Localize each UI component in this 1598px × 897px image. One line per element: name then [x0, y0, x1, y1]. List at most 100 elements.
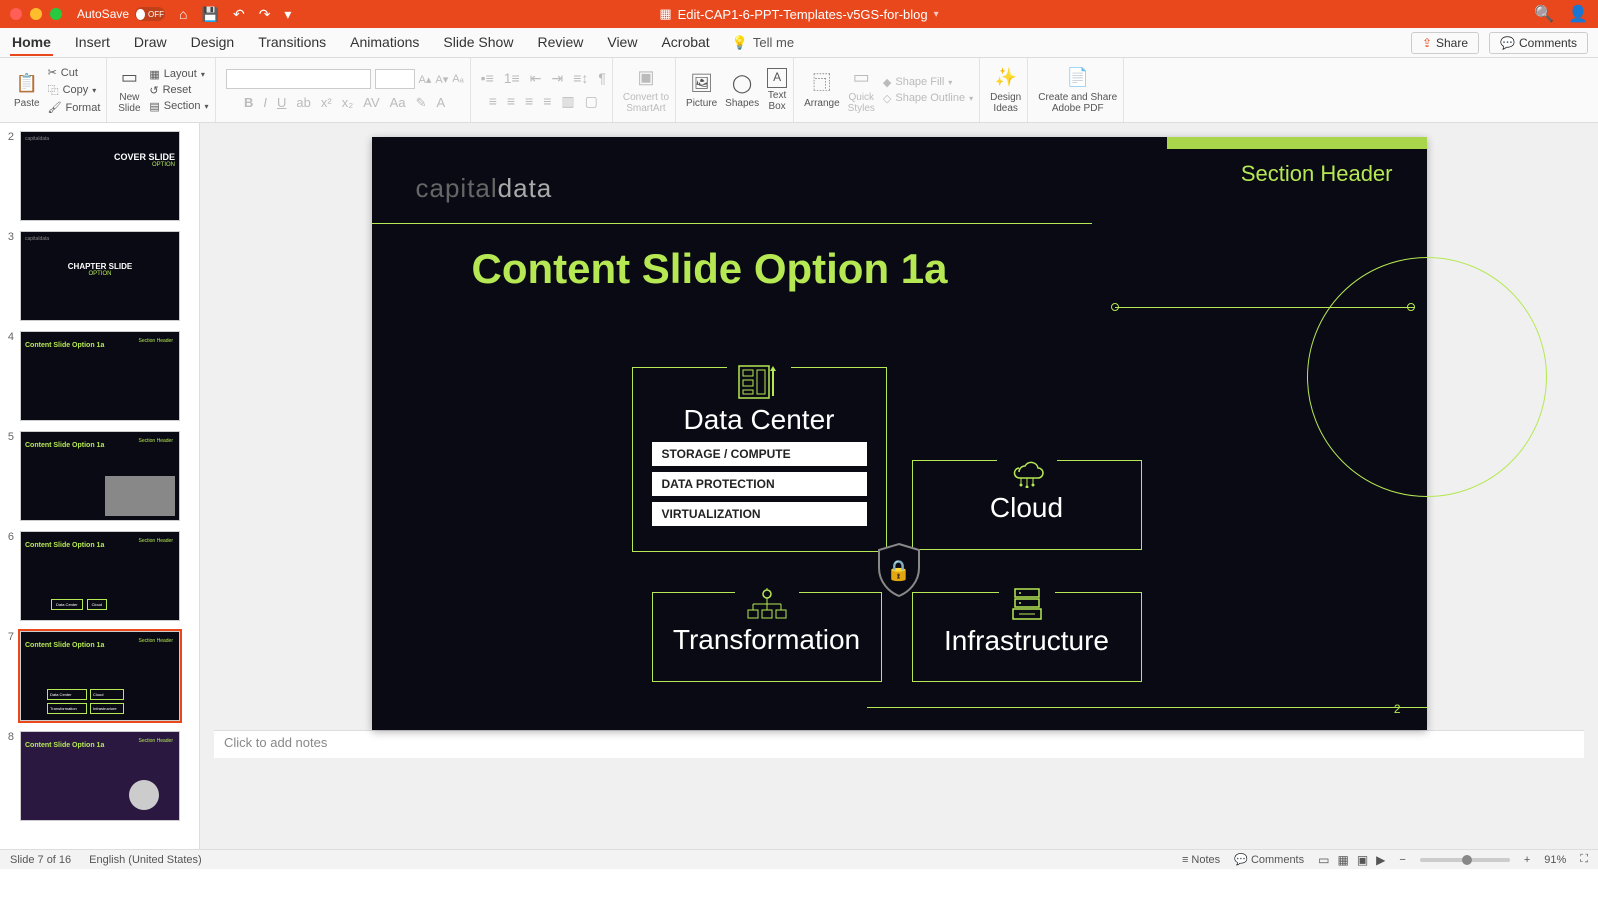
increase-font-icon[interactable]: A▴	[419, 73, 432, 86]
notes-pane[interactable]: Click to add notes	[214, 730, 1584, 758]
line-spacing-button[interactable]: ≡↕	[573, 70, 588, 87]
notes-toggle[interactable]: ≡ Notes	[1182, 854, 1220, 866]
indent-dec-button[interactable]: ⇤	[530, 70, 542, 87]
zoom-out-button[interactable]: −	[1399, 854, 1405, 866]
numbering-button[interactable]: 1≡	[504, 70, 520, 87]
section-header-text[interactable]: Section Header	[1241, 161, 1393, 187]
format-painter-button[interactable]: 🖌Format	[48, 101, 101, 114]
fit-to-window-icon[interactable]: ⛶	[1580, 853, 1588, 866]
dc-item-storage[interactable]: STORAGE / COMPUTE	[652, 442, 867, 466]
bullets-button[interactable]: •≡	[481, 70, 494, 87]
transformation-box[interactable]: Transformation	[652, 592, 882, 682]
layout-button[interactable]: ▦Layout▾	[149, 68, 208, 81]
dc-item-virtualization[interactable]: VIRTUALIZATION	[652, 502, 867, 526]
tab-home[interactable]: Home	[10, 30, 53, 56]
design-ideas-button[interactable]: ✨Design Ideas	[990, 66, 1021, 114]
shape-outline-button[interactable]: ◇Shape Outline▾	[883, 92, 973, 105]
search-icon[interactable]: 🔍	[1534, 4, 1554, 24]
cloud-box[interactable]: Cloud	[912, 460, 1142, 550]
text-direction-button[interactable]: ¶	[598, 70, 606, 87]
sorter-view-icon[interactable]: ▦	[1337, 853, 1348, 867]
thumb-4[interactable]: 4Section HeaderContent Slide Option 1a	[4, 331, 195, 421]
thumb-8[interactable]: 8Section HeaderContent Slide Option 1a	[4, 731, 195, 821]
redo-icon[interactable]: ↷	[259, 6, 271, 23]
align-center-button[interactable]: ≡	[507, 93, 515, 110]
tab-transitions[interactable]: Transitions	[256, 30, 328, 56]
subscript-button[interactable]: x²	[321, 95, 332, 111]
dc-item-protection[interactable]: DATA PROTECTION	[652, 472, 867, 496]
shape-fill-button[interactable]: ◆Shape Fill▾	[883, 76, 973, 89]
new-slide-button[interactable]: ▭New Slide	[117, 66, 141, 114]
convert-smartart-button[interactable]: ▣Convert to SmartArt	[623, 66, 669, 114]
thumb-7[interactable]: 7Section HeaderContent Slide Option 1aDa…	[4, 631, 195, 721]
zoom-level[interactable]: 91%	[1544, 854, 1566, 866]
account-icon[interactable]: 👤	[1568, 4, 1588, 24]
italic-button[interactable]: I	[263, 95, 267, 111]
bold-button[interactable]: B	[244, 95, 253, 111]
columns-button[interactable]: ▥	[561, 93, 574, 110]
strike-button[interactable]: ab	[296, 95, 310, 111]
tab-design[interactable]: Design	[189, 30, 237, 56]
indent-inc-button[interactable]: ⇥	[551, 70, 563, 87]
tab-insert[interactable]: Insert	[73, 30, 112, 56]
copy-button[interactable]: ⿻Copy▾	[48, 82, 101, 98]
slideshow-view-icon[interactable]: ▶	[1376, 853, 1385, 867]
tab-acrobat[interactable]: Acrobat	[659, 30, 711, 56]
zoom-slider[interactable]	[1420, 858, 1510, 862]
tab-animations[interactable]: Animations	[348, 30, 421, 56]
chevron-down-icon[interactable]: ▾	[934, 9, 939, 20]
slide-thumbnails[interactable]: 2capitaldataCOVER SLIDEOPTION 3capitalda…	[0, 123, 200, 849]
autosave-toggle[interactable]: AutoSave OFF	[77, 7, 165, 21]
textbox-button[interactable]: AText Box	[767, 68, 787, 112]
comments-toggle[interactable]: 💬 Comments	[1234, 853, 1304, 866]
align-text-button[interactable]: ▢	[585, 93, 598, 110]
tab-slideshow[interactable]: Slide Show	[441, 30, 515, 56]
slide-content[interactable]: capitaldata Section Header Content Slide…	[372, 137, 1427, 730]
shapes-button[interactable]: ◯Shapes	[725, 72, 759, 109]
paste-button[interactable]: 📋Paste	[14, 72, 40, 109]
thumb-5[interactable]: 5Section HeaderContent Slide Option 1a	[4, 431, 195, 521]
reading-view-icon[interactable]: ▣	[1357, 853, 1368, 867]
data-center-box[interactable]: Data Center STORAGE / COMPUTE DATA PROTE…	[632, 367, 887, 552]
normal-view-icon[interactable]: ▭	[1318, 853, 1329, 867]
tab-view[interactable]: View	[605, 30, 639, 56]
tell-me-search[interactable]: 💡 Tell me	[732, 35, 794, 51]
thumb-6[interactable]: 6Section HeaderContent Slide Option 1aDa…	[4, 531, 195, 621]
slide-title[interactable]: Content Slide Option 1a	[472, 245, 948, 293]
comments-button[interactable]: 💬Comments	[1489, 32, 1588, 54]
arrange-button[interactable]: ⿹Arrange	[804, 72, 840, 109]
change-case-button[interactable]: Aa	[390, 95, 406, 111]
section-button[interactable]: ▤Section▾	[149, 100, 208, 113]
underline-button[interactable]: U	[277, 95, 286, 111]
security-shield-icon[interactable]: 🔒	[875, 542, 923, 598]
font-size-input[interactable]	[375, 69, 415, 89]
close-window[interactable]	[10, 8, 22, 20]
quick-styles-button[interactable]: ▭Quick Styles	[848, 66, 875, 114]
align-left-button[interactable]: ≡	[489, 93, 497, 110]
language-status[interactable]: English (United States)	[89, 854, 202, 866]
align-right-button[interactable]: ≡	[525, 93, 533, 110]
cut-button[interactable]: ✂Cut	[48, 66, 101, 79]
undo-icon[interactable]: ↶	[233, 6, 245, 23]
justify-button[interactable]: ≡	[543, 93, 551, 110]
font-color-button[interactable]: A	[436, 95, 445, 111]
create-pdf-button[interactable]: 📄Create and Share Adobe PDF	[1038, 66, 1117, 114]
reset-button[interactable]: ↺Reset	[149, 84, 208, 97]
autosave-switch[interactable]: OFF	[135, 7, 165, 21]
thumb-2[interactable]: 2capitaldataCOVER SLIDEOPTION	[4, 131, 195, 221]
slide-counter[interactable]: Slide 7 of 16	[10, 854, 71, 866]
slide-canvas[interactable]: capitaldata Section Header Content Slide…	[200, 123, 1598, 849]
clear-format-icon[interactable]: Aₐ	[452, 73, 463, 85]
picture-button[interactable]: 🖼Picture	[686, 72, 717, 109]
highlight-button[interactable]: ✎	[416, 95, 427, 111]
tab-review[interactable]: Review	[535, 30, 585, 56]
tab-draw[interactable]: Draw	[132, 30, 169, 56]
font-family-input[interactable]	[226, 69, 371, 89]
maximize-window[interactable]	[50, 8, 62, 20]
char-spacing-button[interactable]: AV	[363, 95, 379, 111]
decrease-font-icon[interactable]: A▾	[435, 73, 448, 86]
save-icon[interactable]: 💾	[202, 6, 219, 23]
home-icon[interactable]: ⌂	[179, 6, 187, 23]
superscript-button[interactable]: x₂	[342, 95, 354, 111]
minimize-window[interactable]	[30, 8, 42, 20]
